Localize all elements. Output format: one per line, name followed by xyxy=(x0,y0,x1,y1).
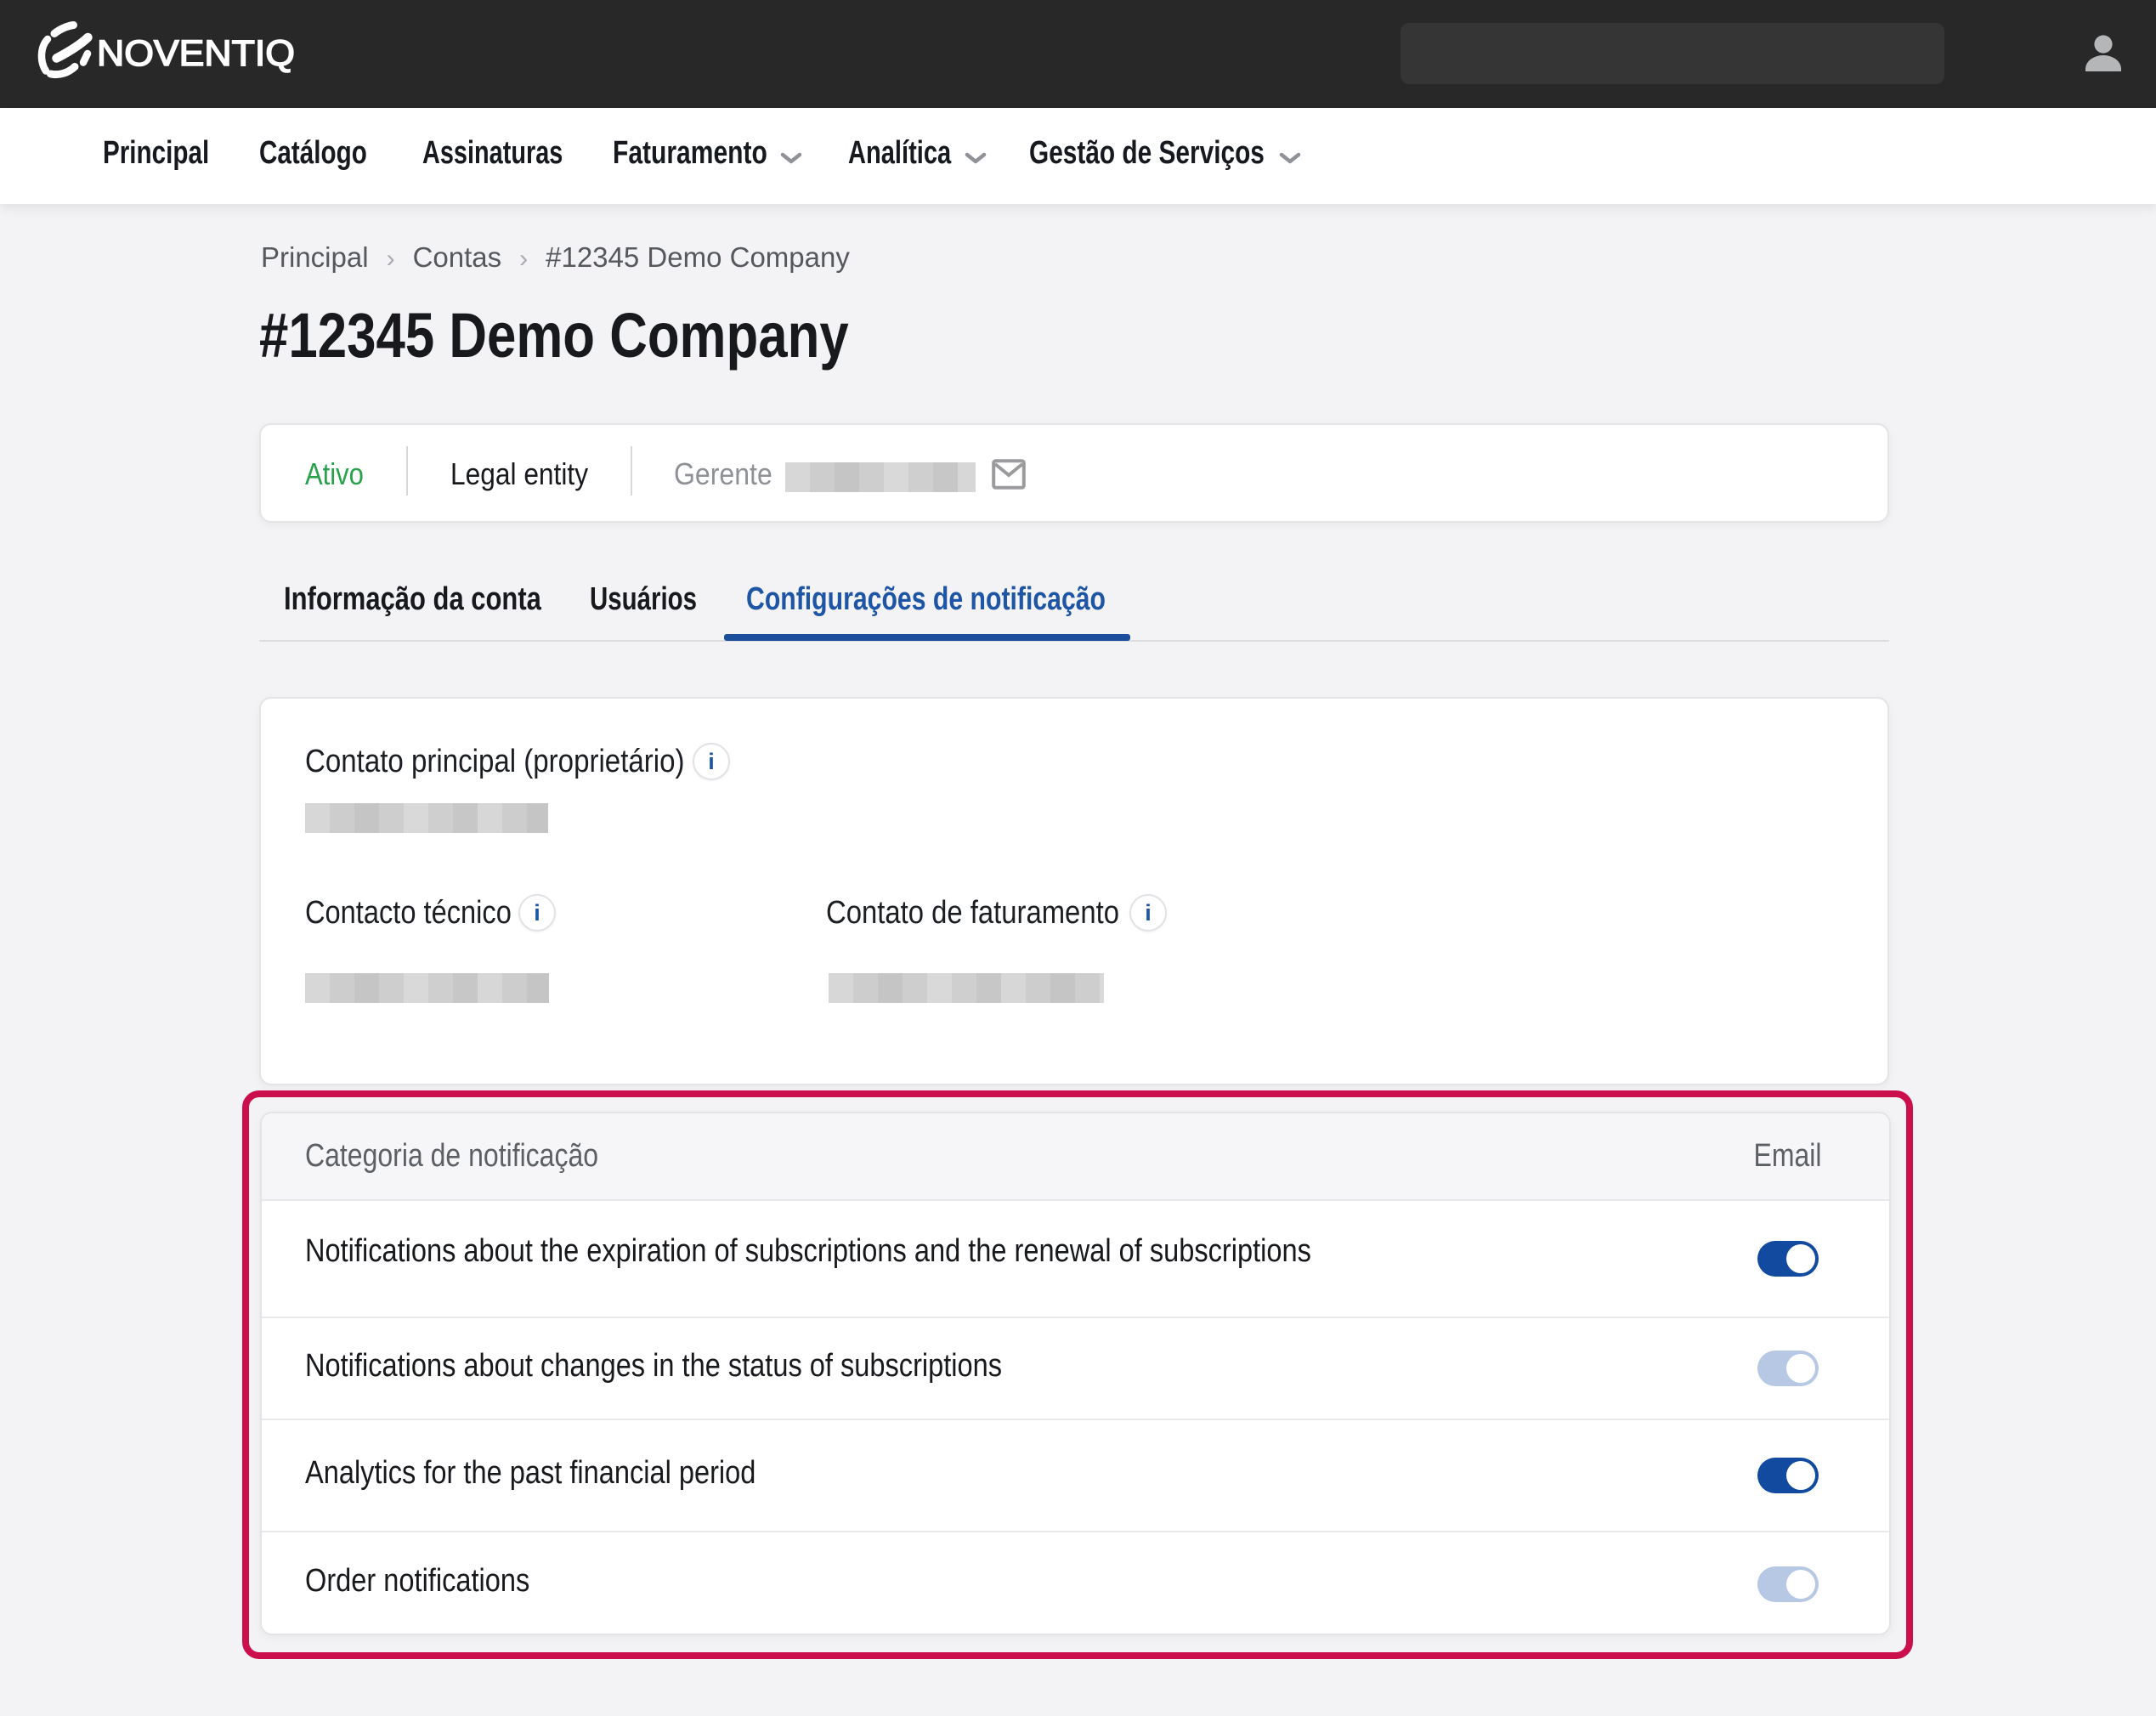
svg-text:NOVENTIQ: NOVENTIQ xyxy=(97,33,295,74)
